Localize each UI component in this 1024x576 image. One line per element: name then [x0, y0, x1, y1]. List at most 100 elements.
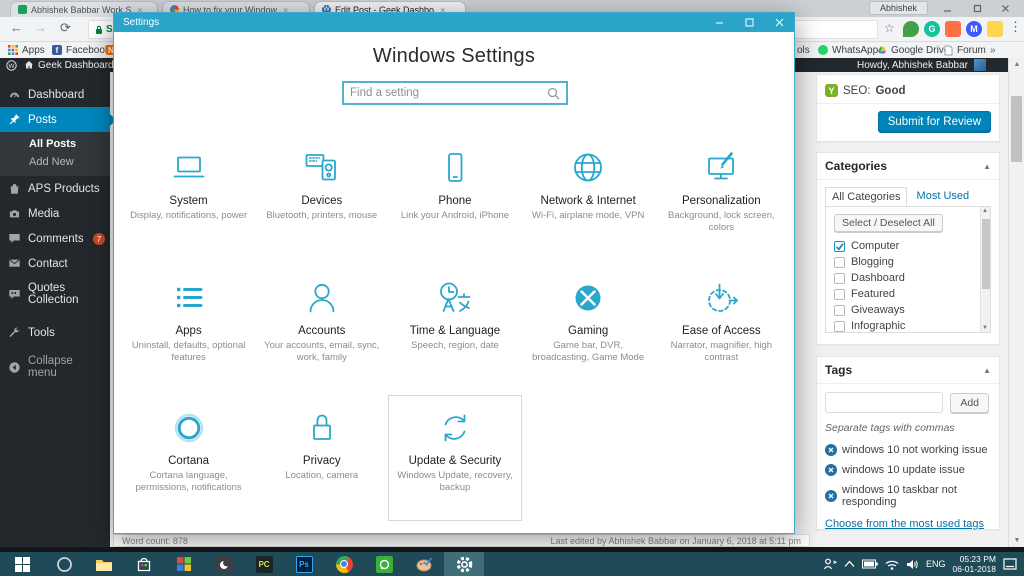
start-button[interactable]: [0, 552, 44, 576]
checkbox-checked[interactable]: [834, 240, 845, 252]
tray-expand-chevron-icon[interactable]: [844, 560, 855, 568]
tile-system[interactable]: System Display, notifications, power: [122, 135, 255, 265]
sidebar-collapse-menu[interactable]: Collapse menu: [0, 349, 110, 385]
scrollbar-thumb[interactable]: [1011, 96, 1022, 162]
scrollbar-thumb[interactable]: [982, 219, 990, 289]
settings-search-input[interactable]: [350, 87, 547, 99]
bookmark-google-drive[interactable]: Google Drive: [877, 43, 949, 57]
sidebar-item-comments[interactable]: Comments 7: [0, 226, 110, 251]
tile-privacy[interactable]: Privacy Location, camera: [255, 395, 388, 525]
checkbox[interactable]: [834, 288, 845, 300]
browser-restore-button[interactable]: [966, 2, 988, 15]
category-computer[interactable]: Computer: [834, 238, 982, 254]
chrome-menu-icon[interactable]: ⋮: [1009, 19, 1022, 35]
sidebar-item-posts[interactable]: Posts: [0, 107, 116, 132]
tile-ease-of-access[interactable]: Ease of Access Narrator, magnifier, high…: [655, 265, 788, 395]
tile-phone[interactable]: Phone Link your Android, iPhone: [388, 135, 521, 265]
extension-grammarly-icon[interactable]: G: [924, 21, 940, 37]
checkbox[interactable]: [834, 304, 845, 316]
scroll-up-icon[interactable]: ▲: [982, 208, 988, 214]
bookmarks-overflow-chevron[interactable]: »: [990, 43, 996, 57]
checkbox[interactable]: [834, 272, 845, 284]
bookmark-star-icon[interactable]: ☆: [884, 21, 895, 35]
remove-tag-icon[interactable]: [825, 444, 837, 456]
action-center-icon[interactable]: [1003, 557, 1018, 571]
new-tag-input[interactable]: [825, 392, 943, 413]
taskbar-clock[interactable]: 05:23 PM 06-01-2018: [953, 554, 996, 574]
settings-minimize-button[interactable]: [704, 13, 734, 32]
category-blogging[interactable]: Blogging: [834, 254, 982, 270]
remove-tag-icon[interactable]: [825, 490, 837, 502]
forward-button[interactable]: →: [34, 20, 47, 35]
sidebar-item-dashboard[interactable]: Dashboard: [0, 82, 110, 107]
settings-titlebar[interactable]: Settings: [114, 13, 794, 32]
settings-maximize-button[interactable]: [734, 13, 764, 32]
tile-network[interactable]: Network & Internet Wi-Fi, airplane mode,…: [522, 135, 655, 265]
tile-personalization[interactable]: Personalization Background, lock screen,…: [655, 135, 788, 265]
wifi-icon[interactable]: [885, 559, 899, 570]
back-button[interactable]: ←: [10, 20, 23, 35]
tile-time-language[interactable]: Time & Language Speech, region, date: [388, 265, 521, 395]
wp-site-link[interactable]: Geek Dashboard: [38, 60, 114, 71]
browser-profile-button[interactable]: Abhishek: [868, 1, 928, 15]
checkbox[interactable]: [834, 320, 845, 332]
remove-tag-icon[interactable]: [825, 464, 837, 476]
category-infographic[interactable]: Infographic: [834, 318, 982, 332]
tab-most-used[interactable]: Most Used: [917, 190, 970, 202]
sidebar-item-add-new[interactable]: Add New: [0, 153, 110, 171]
browser-minimize-button[interactable]: [936, 2, 958, 15]
submit-for-review-button[interactable]: Submit for Review: [877, 111, 991, 133]
tile-gaming[interactable]: Gaming Game bar, DVR, broadcasting, Game…: [522, 265, 655, 395]
category-giveaways[interactable]: Giveaways: [834, 302, 982, 318]
tab-all-categories[interactable]: All Categories: [825, 187, 908, 207]
people-icon[interactable]: [823, 558, 837, 570]
taskbar-photoshop-button[interactable]: Ps: [284, 552, 324, 576]
categories-scrollbar[interactable]: ▲ ▼: [980, 207, 990, 332]
checkbox[interactable]: [834, 256, 845, 268]
taskbar-pycharm-button[interactable]: PC: [244, 552, 284, 576]
sidebar-item-contact[interactable]: Contact: [0, 251, 110, 276]
extension-orange-icon[interactable]: [945, 21, 961, 37]
scroll-down-icon[interactable]: ▼: [1009, 534, 1024, 547]
panel-toggle-icon[interactable]: ▲: [983, 162, 991, 171]
taskbar-cortana-button[interactable]: [44, 552, 84, 576]
sidebar-item-all-posts[interactable]: All Posts: [0, 135, 110, 153]
scroll-down-icon[interactable]: ▼: [982, 325, 988, 331]
tile-apps[interactable]: Apps Uninstall, defaults, optional featu…: [122, 265, 255, 395]
tile-cortana[interactable]: Cortana Cortana language, permissions, n…: [122, 395, 255, 525]
browser-close-button[interactable]: [994, 2, 1016, 15]
bookmark-forum[interactable]: Forum: [944, 43, 986, 57]
sidebar-item-aps-products[interactable]: APS Products: [0, 176, 110, 201]
battery-icon[interactable]: [862, 559, 878, 569]
most-used-tags-link[interactable]: Choose from the most used tags: [825, 518, 984, 530]
sidebar-item-media[interactable]: Media: [0, 201, 110, 226]
bookmark-fragment[interactable]: ols: [797, 43, 810, 57]
sidebar-item-quotes-collection[interactable]: Quotes Collection: [0, 276, 110, 312]
browser-scrollbar[interactable]: ▲ ▼: [1008, 58, 1024, 547]
bookmark-whatsapp[interactable]: WhatsApp: [818, 43, 878, 57]
taskbar-chrome-button[interactable]: [324, 552, 364, 576]
bookmark-facebook[interactable]: f Facebook: [52, 43, 110, 57]
extension-shield-icon[interactable]: [903, 21, 919, 37]
taskbar-moon-app-button[interactable]: [204, 552, 244, 576]
category-featured[interactable]: Featured: [834, 286, 982, 302]
extension-notes-icon[interactable]: [987, 21, 1003, 37]
tile-accounts[interactable]: Accounts Your accounts, email, sync, wor…: [255, 265, 388, 395]
taskbar-tiles-app-button[interactable]: [164, 552, 204, 576]
extension-m-icon[interactable]: M: [966, 21, 982, 37]
select-deselect-all-button[interactable]: Select / Deselect All: [834, 214, 943, 232]
wp-logo-icon[interactable]: W: [6, 60, 17, 71]
settings-close-button[interactable]: [764, 13, 794, 32]
taskbar-paint-button[interactable]: [404, 552, 444, 576]
tile-devices[interactable]: Devices Bluetooth, printers, mouse: [255, 135, 388, 265]
sidebar-item-tools[interactable]: Tools: [0, 320, 110, 345]
wp-howdy[interactable]: Howdy, Abhishek Babbar: [857, 60, 968, 71]
volume-icon[interactable]: [906, 559, 919, 570]
settings-search-box[interactable]: [342, 81, 568, 105]
add-tag-button[interactable]: Add: [950, 392, 990, 413]
language-indicator[interactable]: ENG: [926, 559, 946, 569]
taskbar-settings-button[interactable]: [444, 552, 484, 576]
panel-toggle-icon[interactable]: ▲: [983, 366, 991, 375]
bookmark-apps[interactable]: Apps: [8, 43, 45, 57]
tile-update-security[interactable]: Update & Security Windows Update, recove…: [388, 395, 522, 521]
